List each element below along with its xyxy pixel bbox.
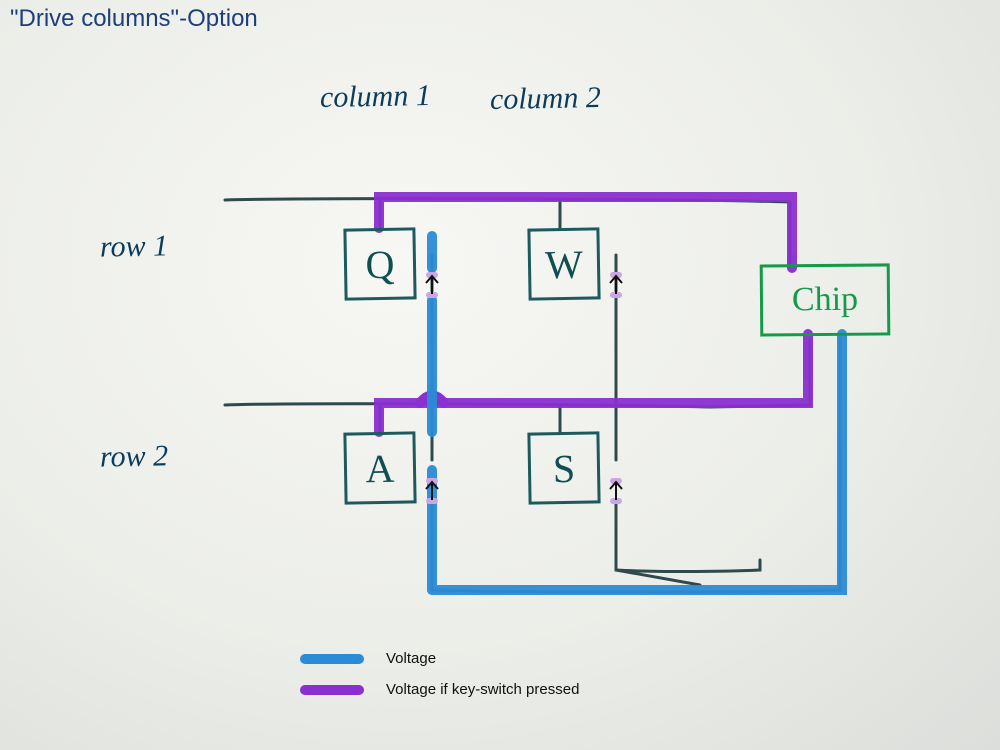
key-s: S	[527, 431, 600, 504]
key-a: A	[343, 431, 416, 504]
legend-swatch-voltage	[300, 654, 364, 664]
chip-box: Chip	[760, 263, 891, 336]
legend-row-voltage: Voltage	[300, 650, 579, 667]
key-a-label: A	[365, 444, 395, 491]
key-s-label: S	[552, 444, 575, 491]
key-q: Q	[343, 227, 416, 300]
legend-swatch-voltage-pressed	[300, 685, 364, 695]
diagram-canvas: "Drive columns"-Option column 1 column 2…	[0, 0, 1000, 750]
diode-q	[424, 272, 440, 298]
legend-label-voltage-pressed: Voltage if key-switch pressed	[386, 681, 579, 698]
key-w-label: W	[545, 240, 584, 288]
diode-w	[608, 272, 624, 298]
key-q-label: Q	[365, 240, 395, 287]
key-w: W	[527, 227, 600, 300]
wiring-svg	[0, 0, 1000, 750]
chip-label: Chip	[792, 281, 858, 320]
diode-a	[424, 478, 440, 504]
legend: Voltage Voltage if key-switch pressed	[300, 650, 579, 712]
legend-label-voltage: Voltage	[386, 650, 436, 667]
diode-s	[608, 478, 624, 504]
legend-row-voltage-pressed: Voltage if key-switch pressed	[300, 681, 579, 698]
